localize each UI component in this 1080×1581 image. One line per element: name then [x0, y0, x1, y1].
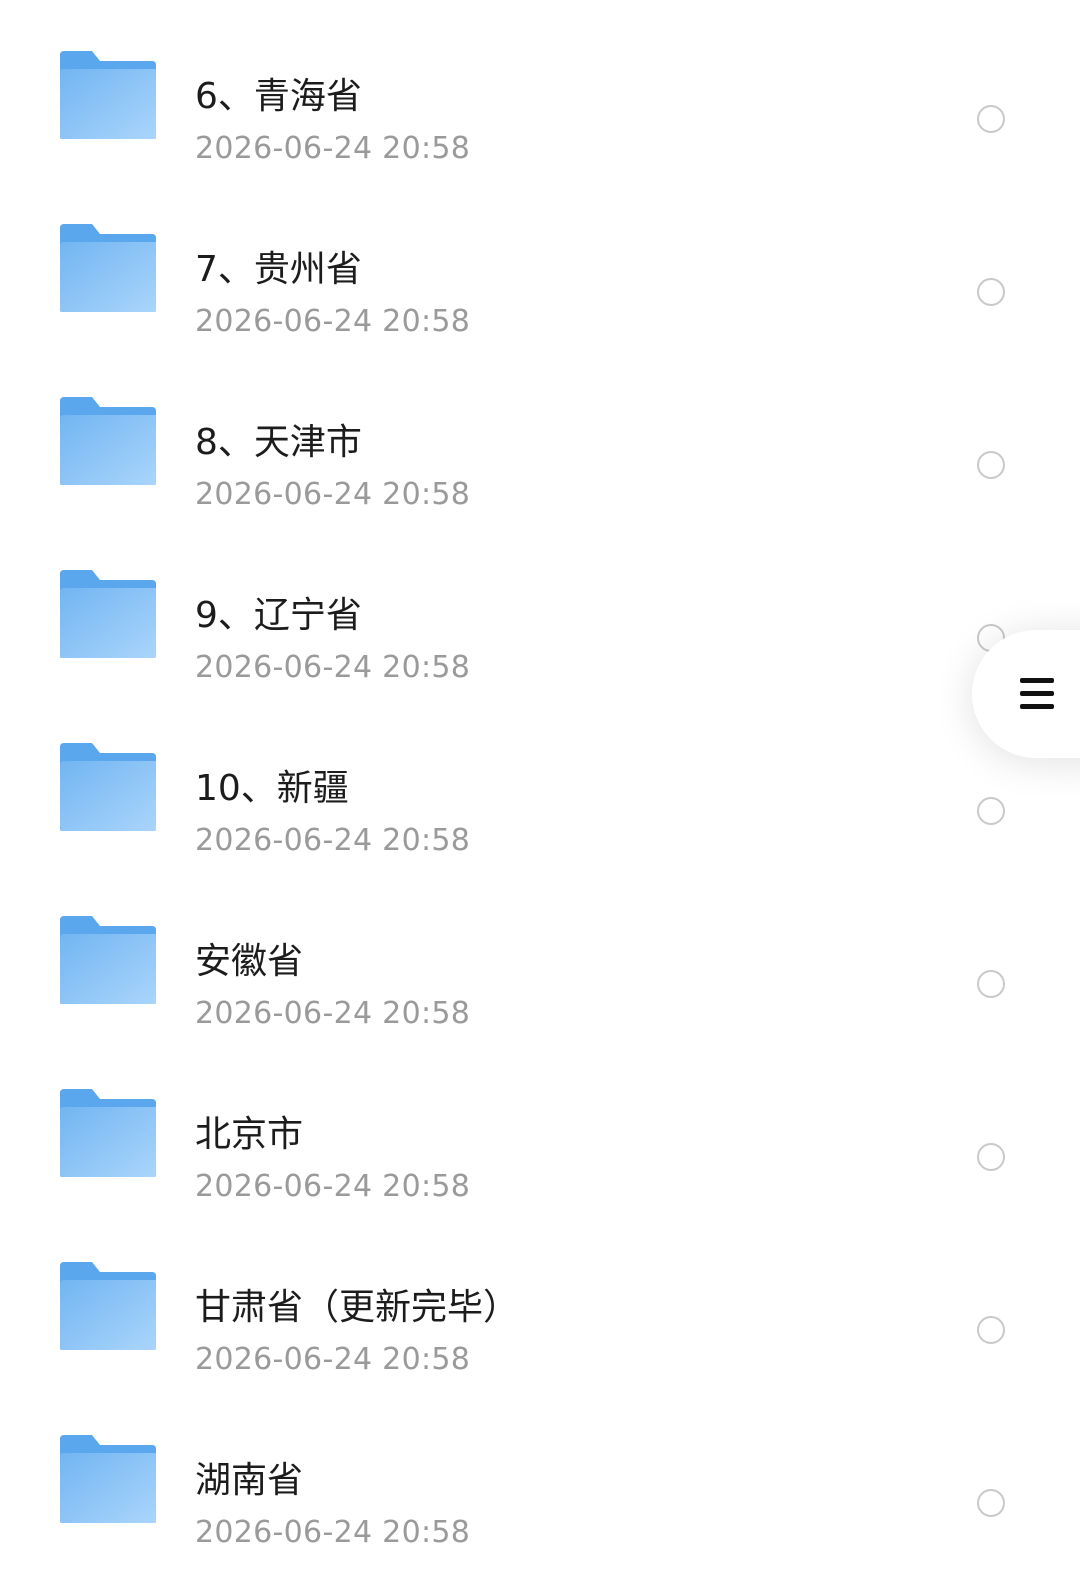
radio-unchecked-icon[interactable]: [977, 278, 1005, 306]
list-item[interactable]: 北京市 2026-06-24 20:58: [0, 1063, 1080, 1235]
list-item[interactable]: 湖南省 2026-06-24 20:58: [0, 1409, 1080, 1581]
file-name: 湖南省: [195, 1460, 304, 1501]
list-item[interactable]: 甘肃省（更新完毕） 2026-06-24 20:58: [0, 1236, 1080, 1408]
list-item[interactable]: 9、辽宁省 2026-06-24 20:58: [0, 544, 1080, 716]
radio-unchecked-icon[interactable]: [977, 1489, 1005, 1517]
file-date: 2026-06-24 20:58: [195, 650, 471, 685]
radio-unchecked-icon[interactable]: [977, 1143, 1005, 1171]
file-date: 2026-06-24 20:58: [195, 996, 471, 1031]
file-list: 6、青海省 2026-06-24 20:58 7、贵州省 2026-06-24 …: [0, 0, 1080, 1567]
file-name: 9、辽宁省: [195, 595, 362, 636]
radio-unchecked-icon[interactable]: [977, 970, 1005, 998]
file-date: 2026-06-24 20:58: [195, 304, 471, 339]
folder-icon: [58, 395, 158, 487]
file-name: 北京市: [195, 1114, 304, 1155]
list-item[interactable]: 7、贵州省 2026-06-24 20:58: [0, 198, 1080, 370]
file-name: 安徽省: [195, 941, 304, 982]
list-item[interactable]: 6、青海省 2026-06-24 20:58: [0, 25, 1080, 197]
radio-unchecked-icon[interactable]: [977, 451, 1005, 479]
file-date: 2026-06-24 20:58: [195, 1169, 471, 1204]
list-item[interactable]: 10、新疆 2026-06-24 20:58: [0, 717, 1080, 889]
folder-icon: [58, 49, 158, 141]
file-name: 6、青海省: [195, 76, 362, 117]
file-date: 2026-06-24 20:58: [195, 1515, 471, 1550]
file-name: 10、新疆: [195, 768, 349, 809]
file-date: 2026-06-24 20:58: [195, 823, 471, 858]
file-date: 2026-06-24 20:58: [195, 1342, 471, 1377]
file-name: 8、天津市: [195, 422, 362, 463]
folder-icon: [58, 914, 158, 1006]
folder-icon: [58, 222, 158, 314]
folder-icon: [58, 1087, 158, 1179]
folder-icon: [58, 568, 158, 660]
folder-icon: [58, 1260, 158, 1352]
file-date: 2026-06-24 20:58: [195, 477, 471, 512]
list-item[interactable]: 安徽省 2026-06-24 20:58: [0, 890, 1080, 1062]
folder-icon: [58, 1433, 158, 1525]
folder-icon: [58, 741, 158, 833]
file-name: 7、贵州省: [195, 249, 362, 290]
radio-unchecked-icon[interactable]: [977, 797, 1005, 825]
file-date: 2026-06-24 20:58: [195, 131, 471, 166]
radio-unchecked-icon[interactable]: [977, 105, 1005, 133]
radio-unchecked-icon[interactable]: [977, 1316, 1005, 1344]
list-item[interactable]: 8、天津市 2026-06-24 20:58: [0, 371, 1080, 543]
file-name: 甘肃省（更新完毕）: [195, 1287, 520, 1328]
